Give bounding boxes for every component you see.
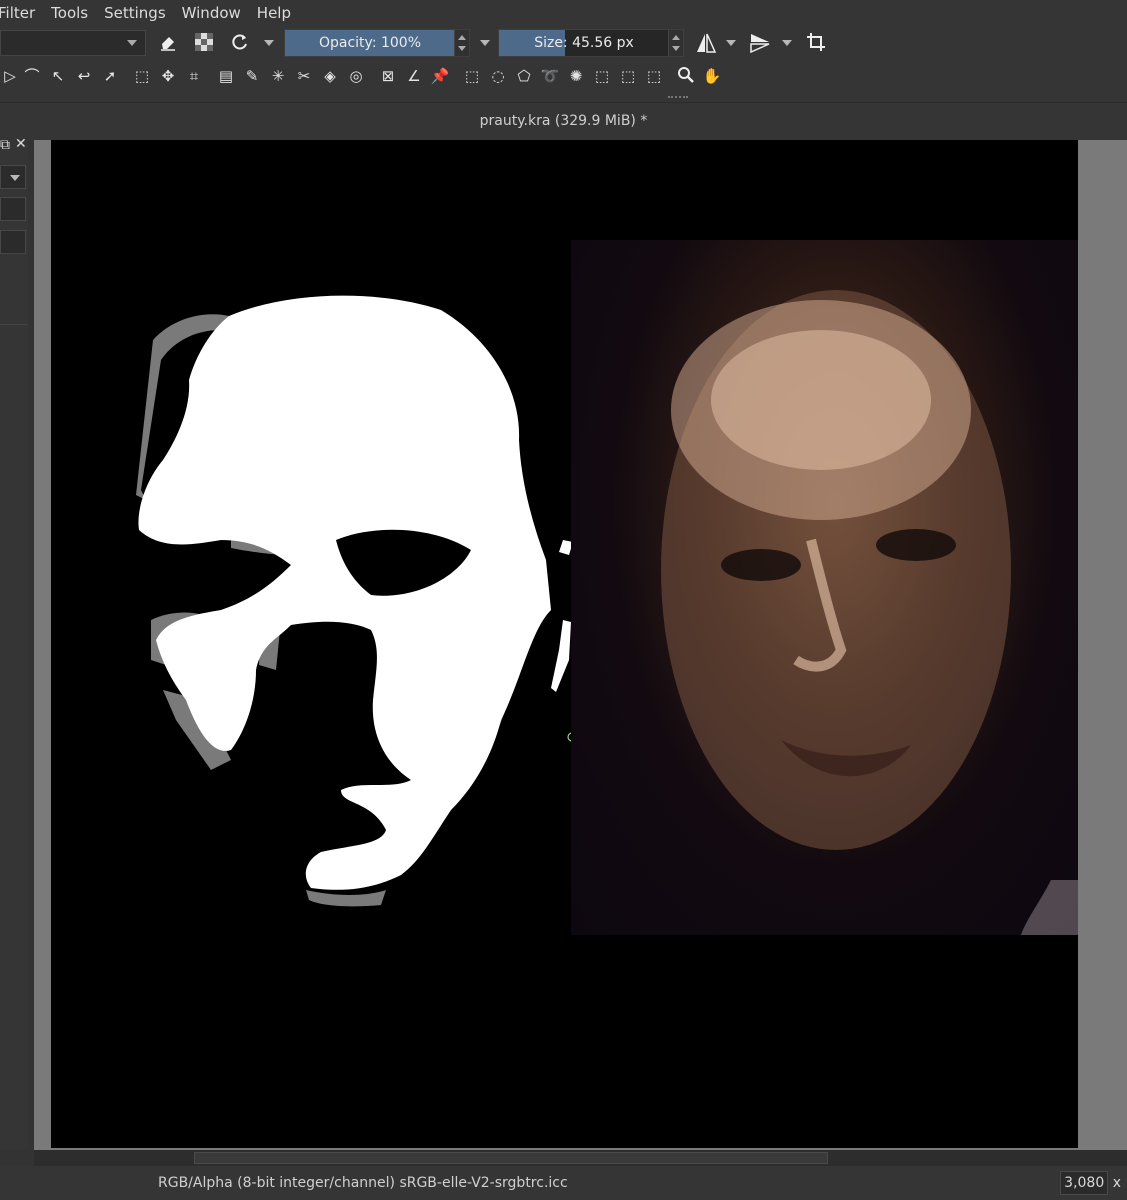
mirror-vertical-icon[interactable]: [749, 32, 770, 54]
ellipse-select-icon[interactable]: ◌: [488, 66, 508, 86]
horizontal-scrollbar[interactable]: [34, 1150, 1127, 1166]
float-icon[interactable]: ⧉: [0, 137, 10, 153]
brush-preset-combo[interactable]: [0, 30, 146, 56]
docker-spinbox-2[interactable]: [0, 230, 26, 254]
rect-select-icon[interactable]: ⬚: [462, 66, 482, 86]
color-picker-icon[interactable]: ✎: [242, 66, 262, 86]
status-bar: RGB/Alpha (8-bit integer/channel) sRGB-e…: [0, 1166, 1127, 1200]
docker-dropdown[interactable]: [0, 165, 26, 189]
docker-spinbox[interactable]: [0, 197, 26, 221]
document-title: prauty.kra (329.9 MiB) *: [0, 103, 1127, 140]
menu-filter[interactable]: Filter: [0, 4, 35, 22]
reference-photo-shading: [661, 290, 1078, 935]
chevron-down-icon[interactable]: [480, 40, 490, 46]
opacity-label: Opacity: 100%: [318, 35, 422, 51]
colorize-mask-icon[interactable]: ✂: [294, 66, 314, 86]
enclose-fill-icon[interactable]: ◎: [346, 66, 366, 86]
left-docker: [0, 140, 28, 1150]
menu-settings[interactable]: Settings: [104, 4, 166, 22]
menu-tools[interactable]: Tools: [51, 4, 88, 22]
mirror-horizontal-icon[interactable]: [695, 32, 717, 53]
toolbar-grip[interactable]: [668, 96, 688, 100]
opacity-slider[interactable]: Opacity: 100%: [284, 29, 470, 57]
chevron-down-icon: [10, 175, 20, 181]
measure-tool-icon[interactable]: ∠: [404, 66, 424, 86]
reference-tool-icon[interactable]: 📌: [430, 66, 450, 86]
transform-tool-icon[interactable]: ⬚: [132, 66, 152, 86]
checker-icon[interactable]: [194, 32, 214, 52]
scrollbar-thumb[interactable]: [194, 1152, 828, 1164]
menu-help[interactable]: Help: [257, 4, 291, 22]
assistant-tool-icon[interactable]: ⊠: [378, 66, 398, 86]
canvas-size-value[interactable]: 3,080: [1060, 1171, 1109, 1195]
fill-tool-icon[interactable]: ◈: [320, 66, 340, 86]
wrap-icon[interactable]: [806, 32, 826, 52]
menu-window[interactable]: Window: [182, 4, 241, 22]
move-tool-icon[interactable]: ✥: [158, 66, 178, 86]
eraser-icon[interactable]: [158, 32, 178, 52]
bezier-select-icon[interactable]: ⬚: [618, 66, 638, 86]
opacity-spin[interactable]: [454, 30, 469, 56]
drawing-canvas[interactable]: [51, 140, 1078, 1148]
polyline-tool-icon[interactable]: ⌒: [22, 66, 42, 86]
size-label: Size: 45.56 px: [534, 35, 634, 51]
chevron-down-icon[interactable]: [726, 40, 736, 46]
docker-header: ⧉ ✕: [0, 136, 30, 153]
close-icon[interactable]: ✕: [15, 136, 27, 152]
smart-patch-icon[interactable]: ✳: [268, 66, 288, 86]
multibrush-icon[interactable]: ➚: [100, 66, 120, 86]
docker-divider: [0, 324, 28, 325]
color-space-info: RGB/Alpha (8-bit integer/channel) sRGB-e…: [158, 1175, 568, 1191]
freehand-path-icon[interactable]: ↖: [48, 66, 68, 86]
canvas-size-suffix: x: [1112, 1175, 1121, 1191]
size-slider[interactable]: Size: 45.56 px: [498, 29, 684, 57]
pan-icon[interactable]: ✋: [702, 66, 722, 86]
size-spin[interactable]: [668, 30, 683, 56]
dynamic-brush-icon[interactable]: ↩: [74, 66, 94, 86]
reference-photo[interactable]: [571, 240, 1078, 935]
gradient-tool-icon[interactable]: ▤: [216, 66, 236, 86]
contiguous-select-icon[interactable]: ✺: [566, 66, 586, 86]
magnetic-select-icon[interactable]: ⬚: [644, 66, 664, 86]
zoom-icon[interactable]: [676, 66, 696, 86]
polygon-select-icon[interactable]: ⬠: [514, 66, 534, 86]
freehand-select-icon[interactable]: ➰: [540, 66, 560, 86]
chevron-down-icon[interactable]: [782, 40, 792, 46]
similar-select-icon[interactable]: ⬚: [592, 66, 612, 86]
bezier-tool-icon[interactable]: ▷: [0, 66, 20, 86]
refresh-icon[interactable]: [230, 32, 250, 52]
crop-tool-icon[interactable]: ⌗: [184, 66, 204, 86]
menu-bar: Filter Tools Settings Window Help: [0, 0, 1127, 26]
chevron-down-icon[interactable]: [264, 40, 274, 46]
canvas-size-readout[interactable]: 3,080 x: [1060, 1166, 1121, 1200]
chevron-down-icon: [127, 40, 137, 46]
